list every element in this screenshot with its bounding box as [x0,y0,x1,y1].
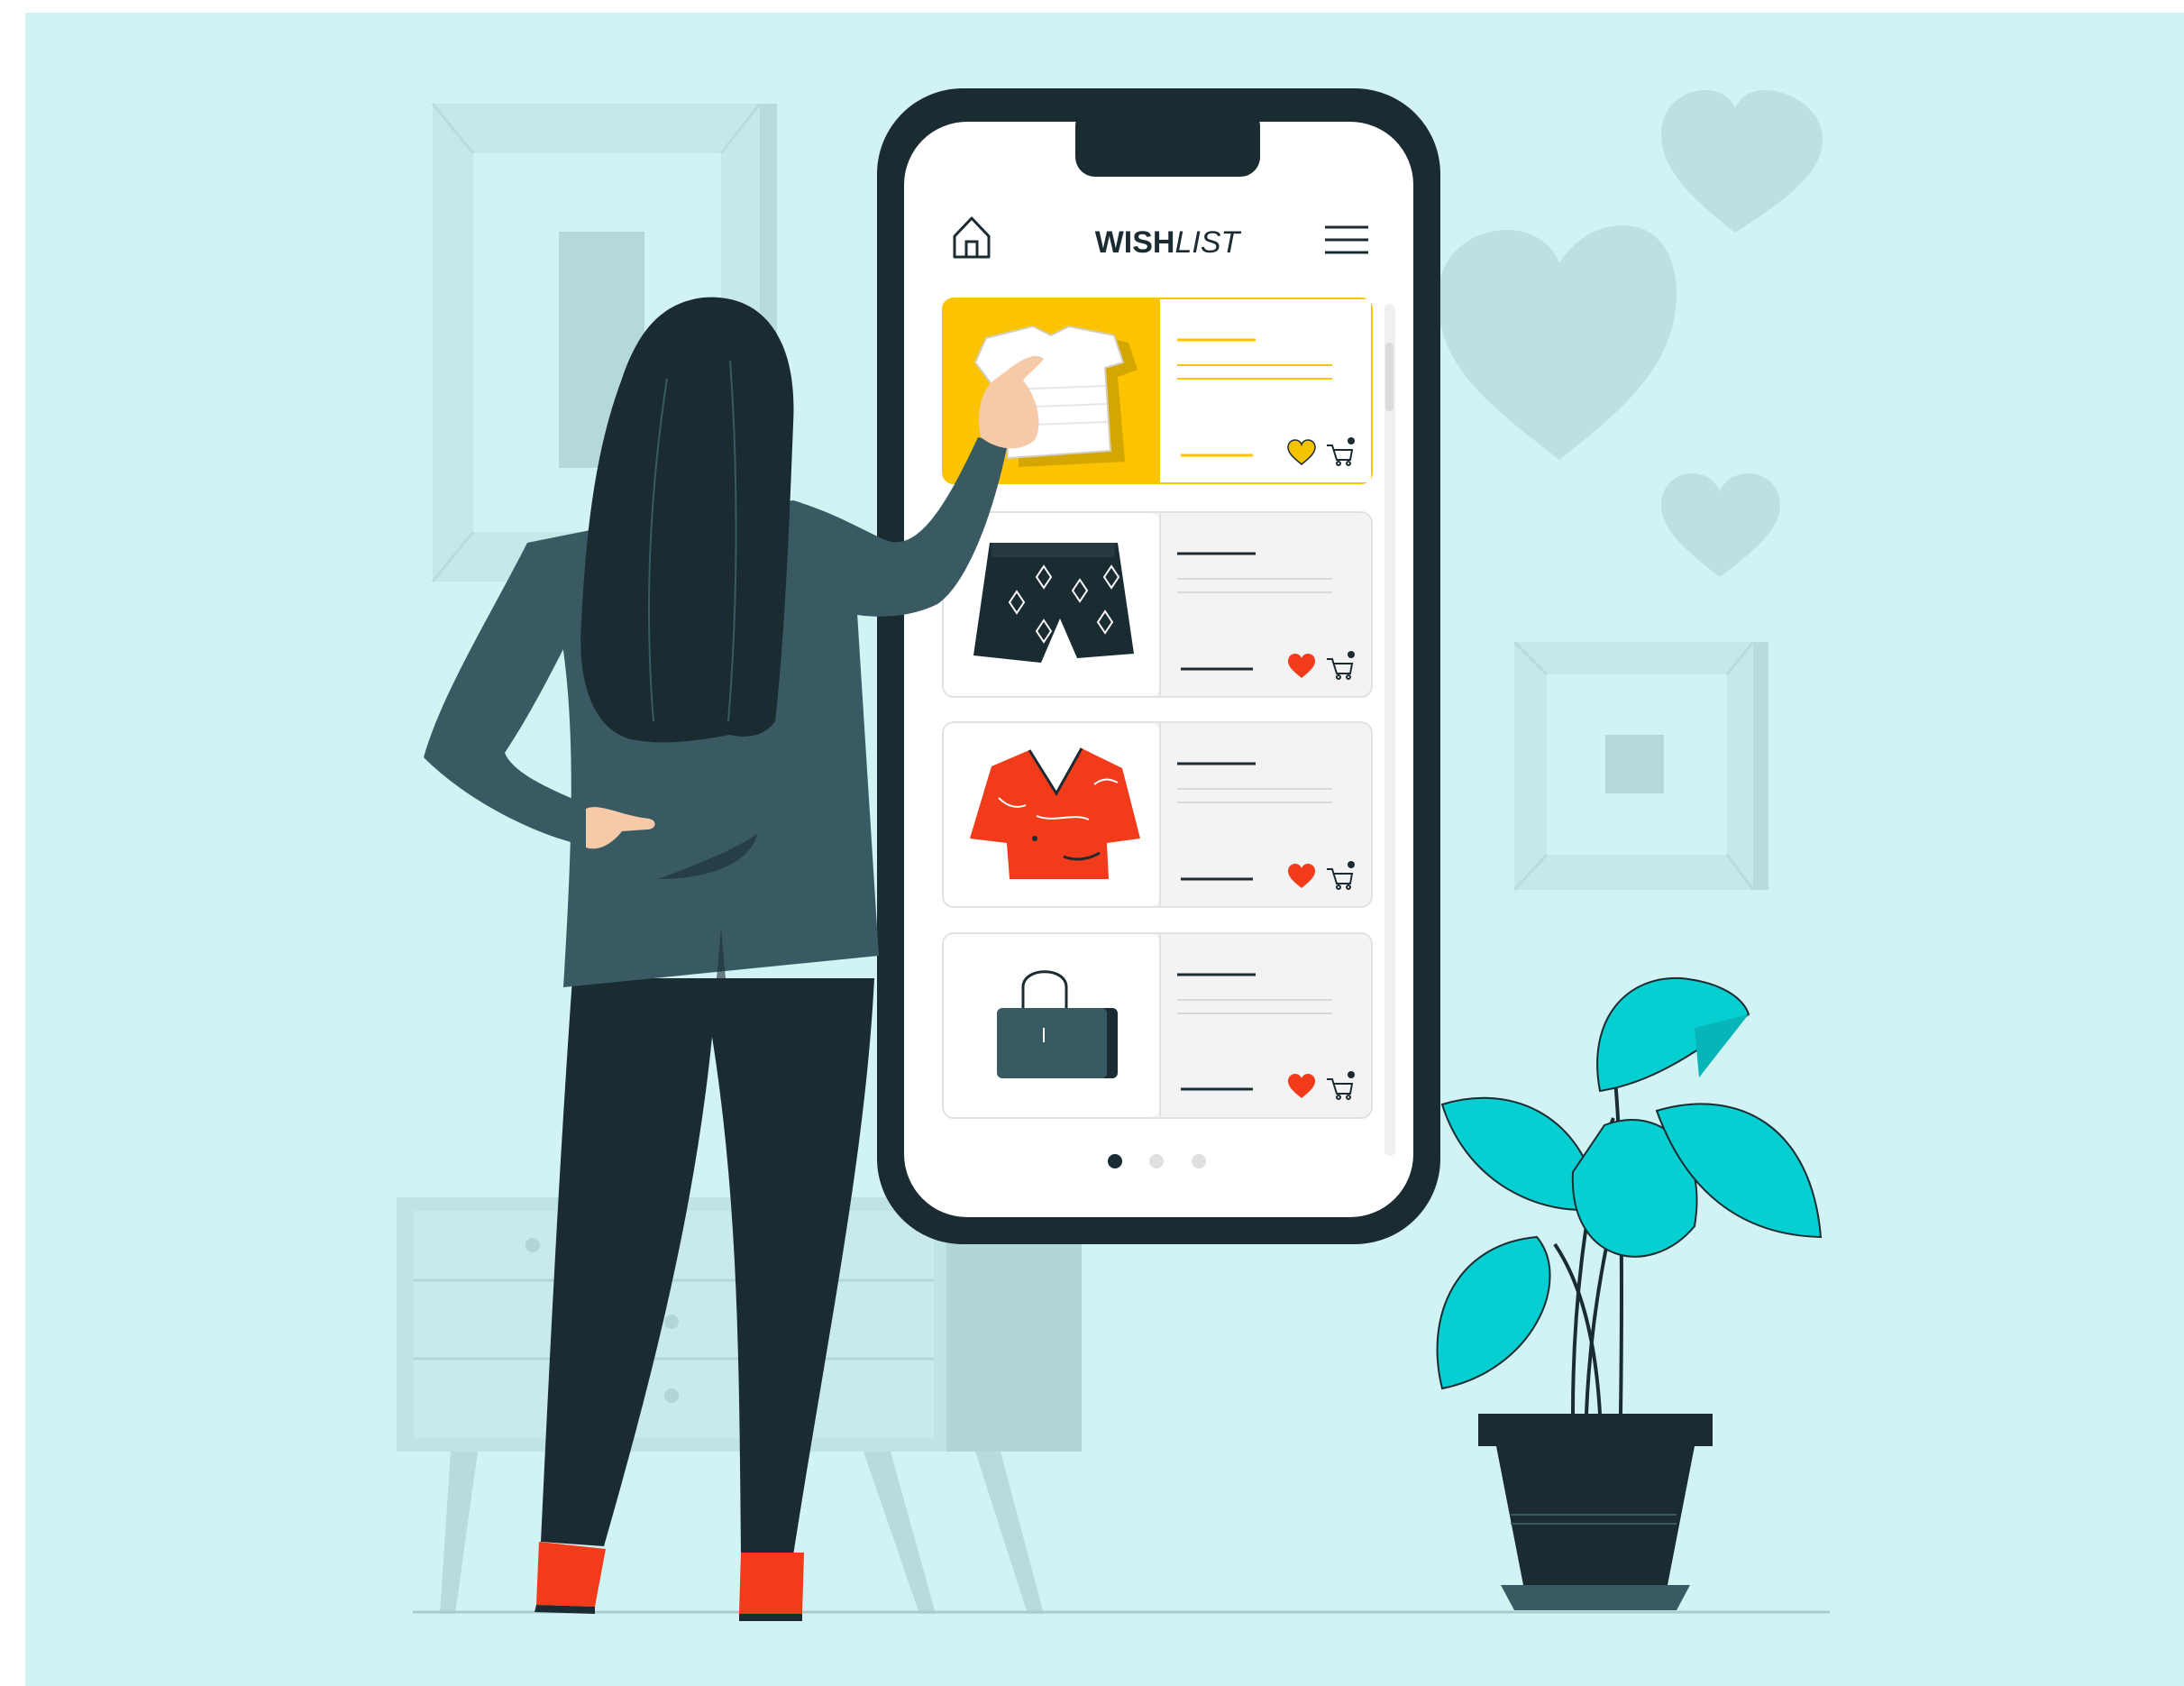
scrollbar-track[interactable] [1384,304,1395,1156]
page-dot-active[interactable] [1108,1154,1122,1168]
wishlist-item-card[interactable] [942,721,1373,908]
phone-notch [1075,106,1260,177]
page-title: WISHLIST [1095,225,1242,260]
title-strong: WISH [1095,225,1175,260]
wishlist-illustration: WISHLIST [25,13,2184,1686]
pot-saucer [1501,1585,1690,1610]
pot-rim [1478,1414,1713,1446]
page-dot[interactable] [1149,1154,1164,1168]
scrollbar-thumb[interactable] [1385,343,1394,411]
wall-frame-right [1512,640,1768,892]
wishlist-item-card[interactable] [942,511,1373,698]
phone: WISHLIST [877,88,1440,1244]
title-light: LIST [1174,225,1241,260]
wishlist-item-card[interactable] [942,932,1373,1119]
page-dot[interactable] [1192,1154,1206,1168]
